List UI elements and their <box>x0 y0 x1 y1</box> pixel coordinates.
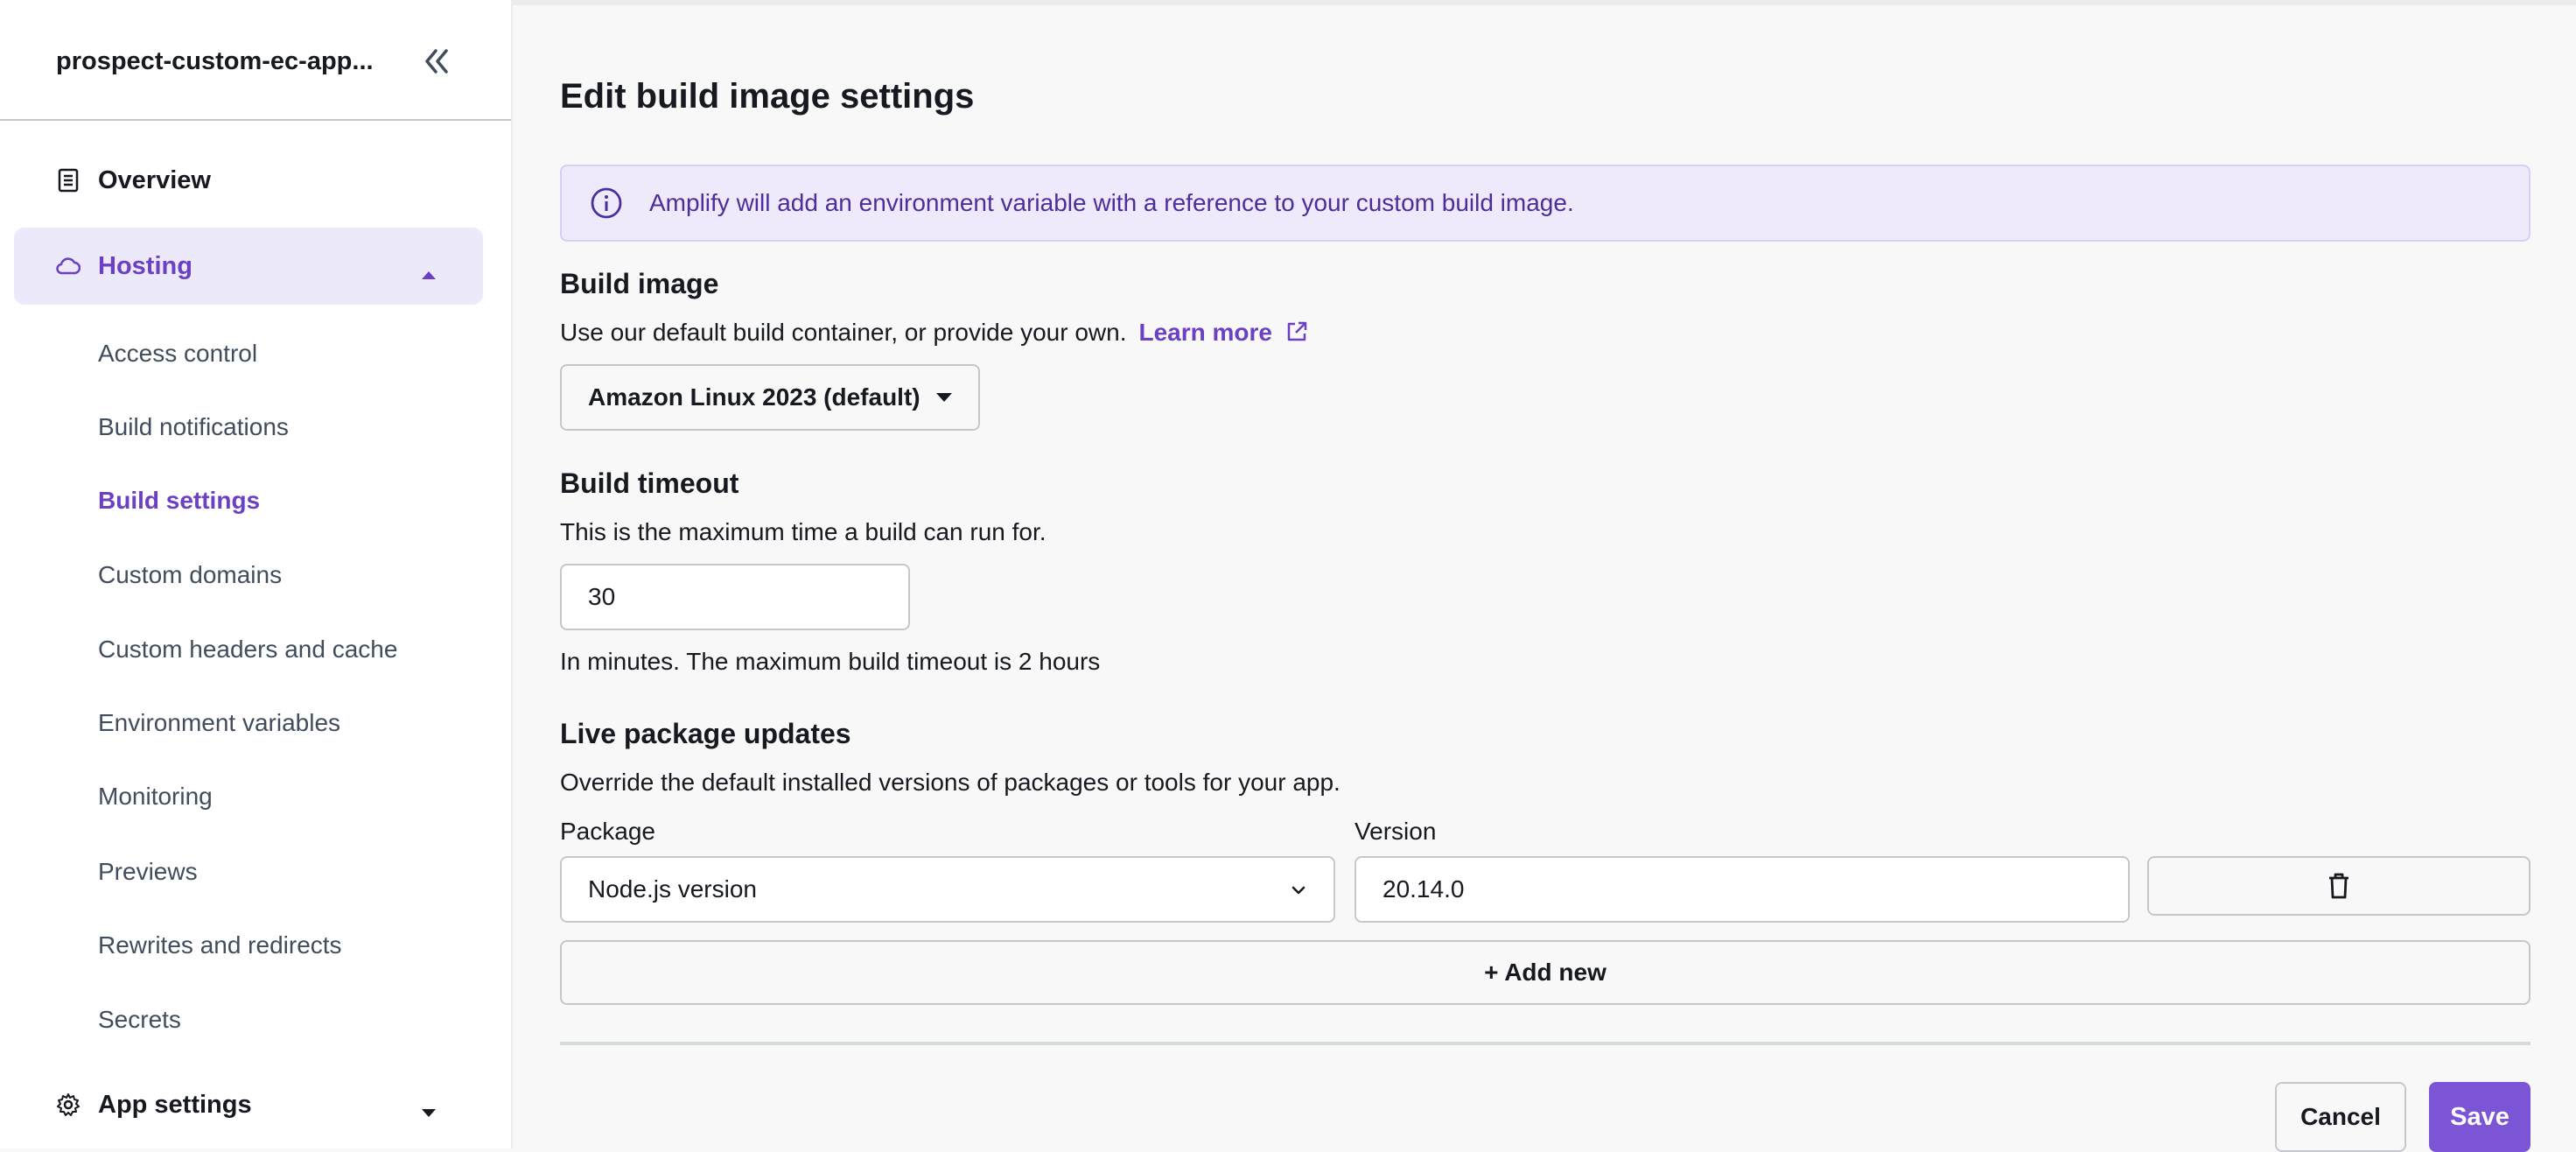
nav-item-app-settings-label: App settings <box>98 1090 252 1119</box>
collapse-sidebar-icon[interactable] <box>418 44 453 79</box>
sidebar-item-rewrites[interactable]: Rewrites and redirects <box>98 931 342 959</box>
sidebar-item-secrets[interactable]: Secrets <box>98 1006 181 1034</box>
main-content: Edit build image settings Amplify will a… <box>560 0 2532 1152</box>
document-icon <box>56 168 80 193</box>
package-select[interactable]: Node.js version <box>560 856 1335 923</box>
cancel-button[interactable]: Cancel <box>2275 1082 2406 1152</box>
sidebar-item-environment-variables[interactable]: Environment variables <box>98 709 340 737</box>
sidebar-item-previews[interactable]: Previews <box>98 858 198 886</box>
caret-down-icon[interactable] <box>420 1098 438 1127</box>
build-image-description-text: Use our default build container, or prov… <box>560 319 1127 346</box>
nav-item-overview-label: Overview <box>98 165 211 194</box>
live-updates-description: Override the default installed versions … <box>560 769 1340 796</box>
build-image-description: Use our default build container, or prov… <box>560 319 1309 347</box>
info-alert: Amplify will add an environment variable… <box>560 165 2530 242</box>
build-image-selected: Amazon Linux 2023 (default) <box>588 383 920 411</box>
sidebar-item-custom-domains[interactable]: Custom domains <box>98 561 282 589</box>
chevron-down-icon <box>1292 886 1306 895</box>
add-new-button[interactable]: + Add new <box>560 940 2530 1005</box>
sidebar-item-monitoring[interactable]: Monitoring <box>98 783 213 811</box>
nav-item-hosting[interactable]: Hosting <box>14 228 483 305</box>
nav-item-overview[interactable]: Overview <box>14 142 483 219</box>
sidebar-item-custom-headers[interactable]: Custom headers and cache <box>98 636 397 664</box>
version-input-value: 20.14.0 <box>1382 875 1465 903</box>
alert-text: Amplify will add an environment variable… <box>649 189 1574 216</box>
package-label: Package <box>560 818 655 845</box>
sidebar-header: prospect-custom-ec-app... <box>0 0 511 121</box>
caret-down-icon <box>935 393 952 402</box>
trash-icon <box>2329 873 2348 899</box>
learn-more-label: Learn more <box>1138 319 1273 346</box>
version-input[interactable]: 20.14.0 <box>1354 856 2130 923</box>
live-updates-heading: Live package updates <box>560 718 851 749</box>
remove-package-button[interactable] <box>2147 856 2530 916</box>
build-timeout-heading: Build timeout <box>560 467 739 499</box>
sidebar-item-build-settings[interactable]: Build settings <box>98 487 260 515</box>
build-timeout-value: 30 <box>588 583 616 610</box>
build-timeout-description: This is the maximum time a build can run… <box>560 518 1046 545</box>
version-label: Version <box>1354 818 1437 845</box>
section-divider <box>560 1042 2530 1045</box>
app-name[interactable]: prospect-custom-ec-app... <box>56 47 374 76</box>
external-link-icon <box>1287 321 1307 341</box>
save-button[interactable]: Save <box>2429 1082 2530 1152</box>
sidebar: prospect-custom-ec-app... Overview Hosti… <box>0 0 513 1148</box>
caret-up-icon[interactable] <box>420 259 438 288</box>
info-icon <box>590 186 623 220</box>
sidebar-item-access-control[interactable]: Access control <box>98 340 257 368</box>
page-title: Edit build image settings <box>560 77 975 116</box>
build-timeout-hint: In minutes. The maximum build timeout is… <box>560 648 1101 675</box>
gear-icon <box>56 1092 80 1117</box>
nav-item-app-settings[interactable]: App settings <box>14 1066 483 1143</box>
build-image-select[interactable]: Amazon Linux 2023 (default) <box>560 364 980 431</box>
package-select-value: Node.js version <box>588 875 757 903</box>
learn-more-link[interactable]: Learn more <box>1139 319 1309 346</box>
build-timeout-input[interactable]: 30 <box>560 564 910 630</box>
sidebar-item-build-notifications[interactable]: Build notifications <box>98 413 289 441</box>
cloud-icon <box>56 254 80 278</box>
nav-item-hosting-label: Hosting <box>98 251 192 280</box>
build-image-heading: Build image <box>560 268 719 299</box>
